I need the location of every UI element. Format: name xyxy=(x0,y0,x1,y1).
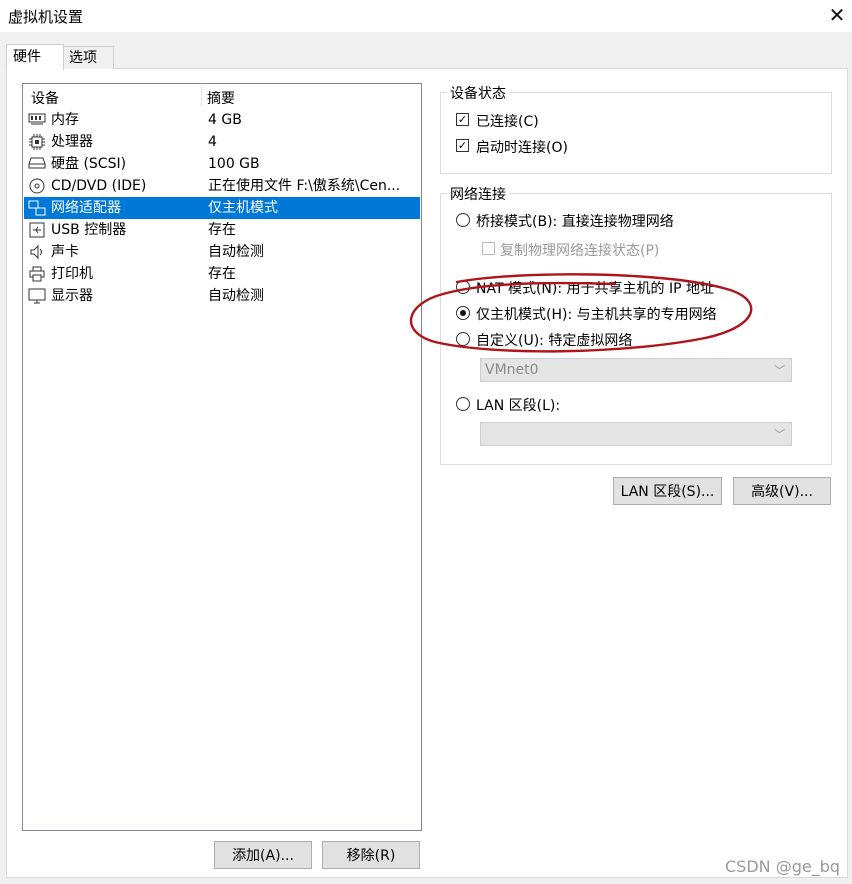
device-summary: 仅主机模式 xyxy=(208,200,278,216)
device-summary: 自动检测 xyxy=(208,288,264,304)
network-connection-legend: 网络连接 xyxy=(447,184,509,204)
device-row-display[interactable]: 显示器 自动检测 xyxy=(24,285,420,307)
device-name: 内存 xyxy=(51,112,79,128)
tab-options[interactable]: 选项 xyxy=(62,46,114,69)
device-status-legend: 设备状态 xyxy=(447,83,509,103)
network-adapter-icon xyxy=(28,200,46,216)
connect-at-power-on-label[interactable]: 启动时连接(O) xyxy=(476,137,568,157)
device-row-printer[interactable]: 打印机 存在 xyxy=(24,263,420,285)
window-title: 虚拟机设置 xyxy=(8,8,84,26)
device-row-usb-controller[interactable]: USB 控制器 存在 xyxy=(24,219,420,241)
lan-segment-label[interactable]: LAN 区段(L): xyxy=(476,395,560,415)
watermark: CSDN @ge_bq xyxy=(724,857,840,876)
bridged-radio[interactable] xyxy=(456,213,470,227)
device-row-hard-disk[interactable]: 硬盘 (SCSI) 100 GB xyxy=(24,153,420,175)
close-icon[interactable]: ✕ xyxy=(826,2,848,28)
device-name: 声卡 xyxy=(51,244,79,260)
connected-label[interactable]: 已连接(C) xyxy=(476,111,539,131)
device-name: 显示器 xyxy=(51,288,93,304)
chevron-down-icon: ﹀ xyxy=(774,364,785,377)
lan-segment-radio[interactable] xyxy=(456,397,470,411)
device-row-processor[interactable]: 处理器 4 xyxy=(24,131,420,153)
title-bar: 虚拟机设置 ✕ xyxy=(0,0,852,32)
column-header-summary[interactable]: 摘要 xyxy=(207,88,235,108)
cpu-icon xyxy=(28,134,46,150)
device-name: 处理器 xyxy=(51,134,93,150)
sound-card-icon xyxy=(28,244,46,260)
device-summary: 存在 xyxy=(208,222,236,238)
column-header-device[interactable]: 设备 xyxy=(31,88,59,108)
device-summary: 4 GB xyxy=(208,112,242,128)
device-row-network-adapter[interactable]: 网络适配器 仅主机模式 xyxy=(24,197,420,219)
device-name: USB 控制器 xyxy=(51,222,127,238)
usb-icon xyxy=(28,222,46,238)
device-summary: 100 GB xyxy=(208,156,260,172)
advanced-button[interactable]: 高级(V)... xyxy=(733,477,831,505)
device-summary: 正在使用文件 F:\傲系统\Cen... xyxy=(208,178,401,194)
display-icon xyxy=(28,288,46,304)
memory-icon xyxy=(28,112,46,128)
chevron-down-icon: ﹀ xyxy=(774,428,785,441)
bridged-label[interactable]: 桥接模式(B): 直接连接物理网络 xyxy=(476,211,674,231)
device-row-memory[interactable]: 内存 4 GB xyxy=(24,109,420,131)
device-name: 网络适配器 xyxy=(51,200,121,216)
custom-network-value: VMnet0 xyxy=(485,362,539,378)
device-summary: 4 xyxy=(208,134,217,150)
device-status-group xyxy=(440,92,832,174)
replicate-state-label[interactable]: 复制物理网络连接状态(P) xyxy=(500,240,659,260)
hard-disk-icon xyxy=(28,156,46,172)
device-list[interactable]: 设备 摘要 内存 4 GB 处理器 4 硬盘 (SCSI) 100 GB CD/… xyxy=(22,83,422,831)
custom-network-select[interactable]: VMnet0 ﹀ xyxy=(480,358,792,382)
printer-icon xyxy=(28,266,46,282)
cd-dvd-icon xyxy=(28,178,46,194)
tab-hardware[interactable]: 硬件 xyxy=(6,44,64,70)
device-name: 硬盘 (SCSI) xyxy=(51,156,127,172)
device-name: CD/DVD (IDE) xyxy=(51,178,147,194)
device-summary: 自动检测 xyxy=(208,244,264,260)
red-annotation-ellipse xyxy=(409,273,753,353)
device-row-cd-dvd[interactable]: CD/DVD (IDE) 正在使用文件 F:\傲系统\Cen... xyxy=(24,175,420,197)
connect-at-power-on-checkbox[interactable]: ✓ xyxy=(456,139,469,152)
device-row-sound-card[interactable]: 声卡 自动检测 xyxy=(24,241,420,263)
device-summary: 存在 xyxy=(208,266,236,282)
lan-segments-button[interactable]: LAN 区段(S)... xyxy=(613,477,722,505)
replicate-state-checkbox[interactable] xyxy=(482,242,495,255)
connected-checkbox[interactable]: ✓ xyxy=(456,113,469,126)
device-name: 打印机 xyxy=(51,266,93,282)
add-button[interactable]: 添加(A)... xyxy=(214,841,312,869)
lan-segment-select[interactable]: ﹀ xyxy=(480,422,792,446)
remove-button[interactable]: 移除(R) xyxy=(322,841,420,869)
list-header: 设备 摘要 xyxy=(23,84,421,108)
